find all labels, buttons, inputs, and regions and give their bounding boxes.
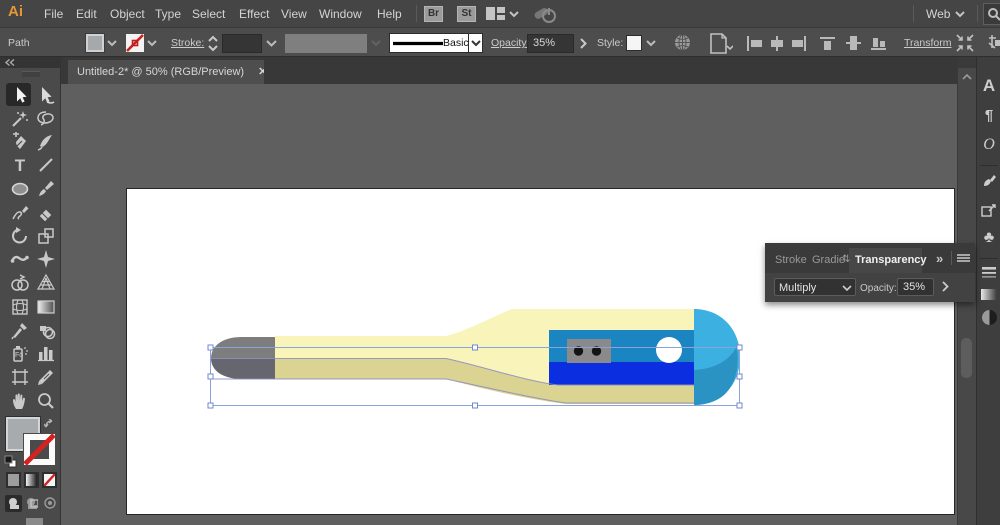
svg-text:T: T <box>15 156 26 175</box>
svg-text:Fö: Fö <box>15 352 23 359</box>
